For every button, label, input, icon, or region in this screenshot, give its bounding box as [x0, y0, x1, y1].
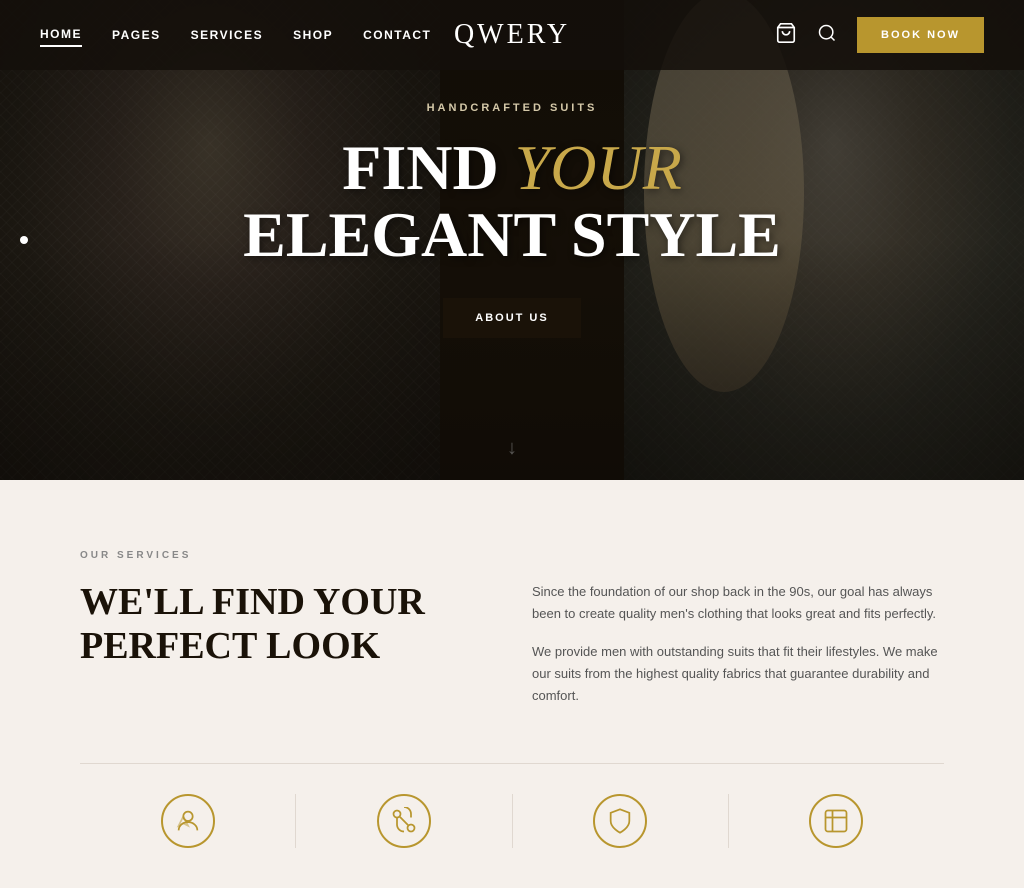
nav-item-contact[interactable]: CONTACT [363, 24, 431, 46]
about-us-button[interactable]: ABOUT US [443, 298, 580, 338]
icon-item-quality [80, 794, 296, 848]
services-heading: WE'LL FIND YOUR PERFECT LOOK [80, 581, 492, 668]
navbar: HOME PAGES SERVICES SHOP CONTACT QWERY B… [0, 0, 1024, 70]
services-section-label: OUR SERVICES [80, 550, 944, 561]
nav-item-home[interactable]: HOME [40, 23, 82, 47]
nav-left: HOME PAGES SERVICES SHOP CONTACT [40, 23, 431, 47]
nav-item-services[interactable]: SERVICES [191, 24, 263, 46]
site-logo[interactable]: QWERY [454, 19, 570, 51]
tailoring-icon [377, 794, 431, 848]
shield-icon [593, 794, 647, 848]
services-icons-row [80, 763, 944, 848]
hero-title-your: YOUR [515, 132, 682, 203]
hero-section: HANDCRAFTED SUITS FIND YOUR ELEGANT STYL… [0, 0, 1024, 480]
icon-item-tailoring [296, 794, 512, 848]
services-heading-line1: WE'LL FIND YOUR [80, 581, 425, 623]
services-heading-line2: PERFECT LOOK [80, 625, 380, 667]
nav-item-shop[interactable]: SHOP [293, 24, 333, 46]
style-icon [809, 794, 863, 848]
icon-item-style [729, 794, 944, 848]
services-paragraph-1: Since the foundation of our shop back in… [532, 581, 944, 625]
hero-title-find: FIND [342, 132, 514, 203]
nav-item-pages[interactable]: PAGES [112, 24, 161, 46]
services-paragraph-2: We provide men with outstanding suits th… [532, 641, 944, 707]
slider-dot-1[interactable] [20, 236, 28, 244]
hero-content: HANDCRAFTED SUITS FIND YOUR ELEGANT STYL… [0, 0, 1024, 480]
services-grid: WE'LL FIND YOUR PERFECT LOOK Since the f… [80, 581, 944, 723]
book-now-button[interactable]: BOOK NOW [857, 17, 984, 53]
services-text: Since the foundation of our shop back in… [532, 581, 944, 723]
cart-icon[interactable] [775, 22, 797, 49]
hero-subtitle: HANDCRAFTED SUITS [427, 102, 598, 114]
search-icon[interactable] [817, 23, 837, 48]
services-section: OUR SERVICES WE'LL FIND YOUR PERFECT LOO… [0, 480, 1024, 888]
nav-right: BOOK NOW [775, 17, 984, 53]
slider-dots [20, 236, 28, 244]
hero-title-line2: ELEGANT STYLE [243, 199, 781, 270]
icon-item-shield [513, 794, 729, 848]
services-left: WE'LL FIND YOUR PERFECT LOOK [80, 581, 492, 723]
quality-icon [161, 794, 215, 848]
hero-title: FIND YOUR ELEGANT STYLE [243, 134, 781, 268]
